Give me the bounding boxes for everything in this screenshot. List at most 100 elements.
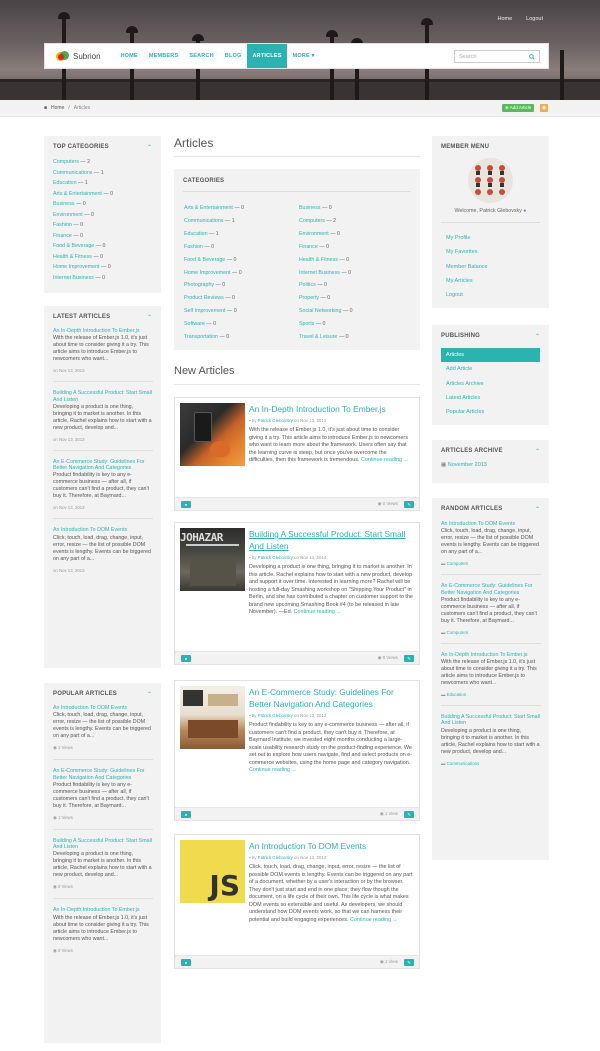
member-link-profile[interactable]: My Profile [446,231,488,245]
top-link-logout[interactable]: Logout [526,16,543,22]
nav-more[interactable]: MORE ▾ [287,44,320,68]
category-link[interactable]: Politics [299,282,316,288]
category-link[interactable]: Communications [184,218,223,224]
category-link[interactable]: Environment [53,212,83,218]
publishing-item-add[interactable]: Add Article [441,362,540,376]
rss-button[interactable]: ◉ [540,104,548,112]
category-link[interactable]: Arts & Entertainment [53,191,102,197]
article-author[interactable]: Patrick Glebovsky [258,713,293,718]
category-link[interactable]: Health & Fitness [53,254,92,260]
category-link[interactable]: Finance [299,244,318,250]
chevron-up-icon[interactable]: ⌃ [147,144,152,151]
edit-icon[interactable]: ✎ [404,811,414,818]
article-thumbnail[interactable]: JS [180,840,245,903]
category-link[interactable]: Arts & Entertainment [184,205,233,211]
breadcrumb-home[interactable]: Home [51,105,64,111]
category-link[interactable]: Home Improvement [53,264,100,270]
post-title-link[interactable]: Building A Successful Product: Start Sma… [53,838,153,851]
category-link[interactable]: Communications [447,761,480,766]
category-link[interactable]: Business [299,205,321,211]
category-link[interactable]: Computers [447,561,468,566]
category-link[interactable]: Sports [299,321,314,327]
category-link[interactable]: Property [299,295,319,301]
category-link[interactable]: Computers [53,159,79,165]
chevron-up-icon[interactable]: ⌃ [535,506,540,513]
category-link[interactable]: Social Networking [299,308,341,314]
post-title-link[interactable]: An E-Commerce Study: Guidelines For Bett… [441,583,541,596]
nav-home[interactable]: HOME [115,44,143,68]
category-link[interactable]: Home Improvement [184,270,231,276]
post-title-link[interactable]: An E-Commerce Study: Guidelines For Bett… [53,459,153,472]
avatar[interactable] [468,158,513,203]
top-link-home[interactable]: Home [498,16,513,22]
nav-blog[interactable]: BLOG [219,44,247,68]
chevron-up-icon[interactable]: ⌃ [535,448,540,455]
member-link-favorites[interactable]: My Favorites [446,245,488,259]
publishing-item-popular[interactable]: Popular Articles [441,405,540,419]
member-link-balance[interactable]: Member Balance [446,260,488,274]
category-link[interactable]: Fashion [184,244,203,250]
category-link[interactable]: Finance [53,233,72,239]
continue-reading-link[interactable]: Continue reading → [249,767,297,773]
post-title-link[interactable]: An Introduction To DOM Events [53,705,153,711]
edit-icon[interactable]: ✎ [404,655,414,662]
article-author[interactable]: Patrick Glebovsky [258,555,293,560]
post-title-link[interactable]: Building A Successful Product: Start Sma… [441,714,541,727]
category-link[interactable]: Self Improvement [184,308,226,314]
continue-reading-link[interactable]: Continue reading → [294,609,342,615]
category-link[interactable]: Computers [447,630,468,635]
eye-icon[interactable]: ● [181,655,191,662]
member-link-articles[interactable]: My Articles [446,274,488,288]
chevron-up-icon[interactable]: ⌃ [147,314,152,321]
category-link[interactable]: Health & Fitness [299,257,338,263]
post-title-link[interactable]: An Introduction To DOM Events [441,521,541,527]
category-link[interactable]: Internet Business [53,275,94,281]
brand-logo[interactable]: Subrion [45,50,115,62]
publishing-item-articles[interactable]: Articles [441,348,540,363]
edit-icon[interactable]: ✎ [404,959,414,966]
member-link-logout[interactable]: Logout [446,288,488,302]
post-title-link[interactable]: An E-Commerce Study: Guidelines For Bett… [53,768,153,781]
category-link[interactable]: Environment [299,231,329,237]
publishing-item-archive[interactable]: Articles Archive [441,377,540,391]
post-title-link[interactable]: An Introduction To DOM Events [53,527,153,533]
category-link[interactable]: Travel & Leisure [299,334,337,340]
category-link[interactable]: Internet Business [299,270,340,276]
category-link[interactable]: Software [184,321,205,327]
post-title-link[interactable]: An In-Depth Introduction To Ember.js [441,652,541,658]
eye-icon[interactable]: ● [181,501,191,508]
eye-icon[interactable]: ● [181,811,191,818]
category-link[interactable]: Food & Beverage [53,243,94,249]
nav-articles[interactable]: ARTICLES [246,44,288,68]
category-link[interactable]: Education [447,692,467,697]
article-author[interactable]: Patrick Glebovsky [258,855,293,860]
category-link[interactable]: Photography [184,282,214,288]
category-link[interactable]: Education [184,231,208,237]
chevron-up-icon[interactable]: ⌃ [147,691,152,698]
edit-icon[interactable]: ✎ [404,501,414,508]
article-title[interactable]: An Introduction To DOM Events [249,840,413,852]
nav-members[interactable]: MEMBERS [143,44,184,68]
category-link[interactable]: Education [53,180,77,186]
publishing-item-latest[interactable]: Latest Articles [441,391,540,405]
category-link[interactable]: Fashion [53,222,72,228]
post-title-link[interactable]: An In-Depth Introduction To Ember.js [53,907,153,913]
continue-reading-link[interactable]: Continue reading → [361,457,409,463]
post-title-link[interactable]: Building A Successful Product: Start Sma… [53,390,153,403]
category-link[interactable]: Communications [53,170,92,176]
category-link[interactable]: Food & Beverage [184,257,225,263]
article-thumbnail[interactable] [180,403,245,466]
nav-search[interactable]: SEARCH [184,44,219,68]
category-link[interactable]: Transportation [184,334,218,340]
archive-month-link[interactable]: November 2013 [448,462,487,468]
add-article-button[interactable]: ⊕ Add Article [502,104,535,112]
chevron-up-icon[interactable]: ⌃ [535,333,540,340]
category-link[interactable]: Computers [299,218,325,224]
search-input[interactable]: Search [454,50,540,63]
eye-icon[interactable]: ● [181,959,191,966]
category-link[interactable]: Business [53,201,75,207]
category-link[interactable]: Product Reviews [184,295,224,301]
search-icon[interactable] [529,53,535,60]
article-title[interactable]: An E-Commerce Study: Guidelines For Bett… [249,686,413,710]
post-title-link[interactable]: An In-Depth Introduction To Ember.js [53,328,153,334]
